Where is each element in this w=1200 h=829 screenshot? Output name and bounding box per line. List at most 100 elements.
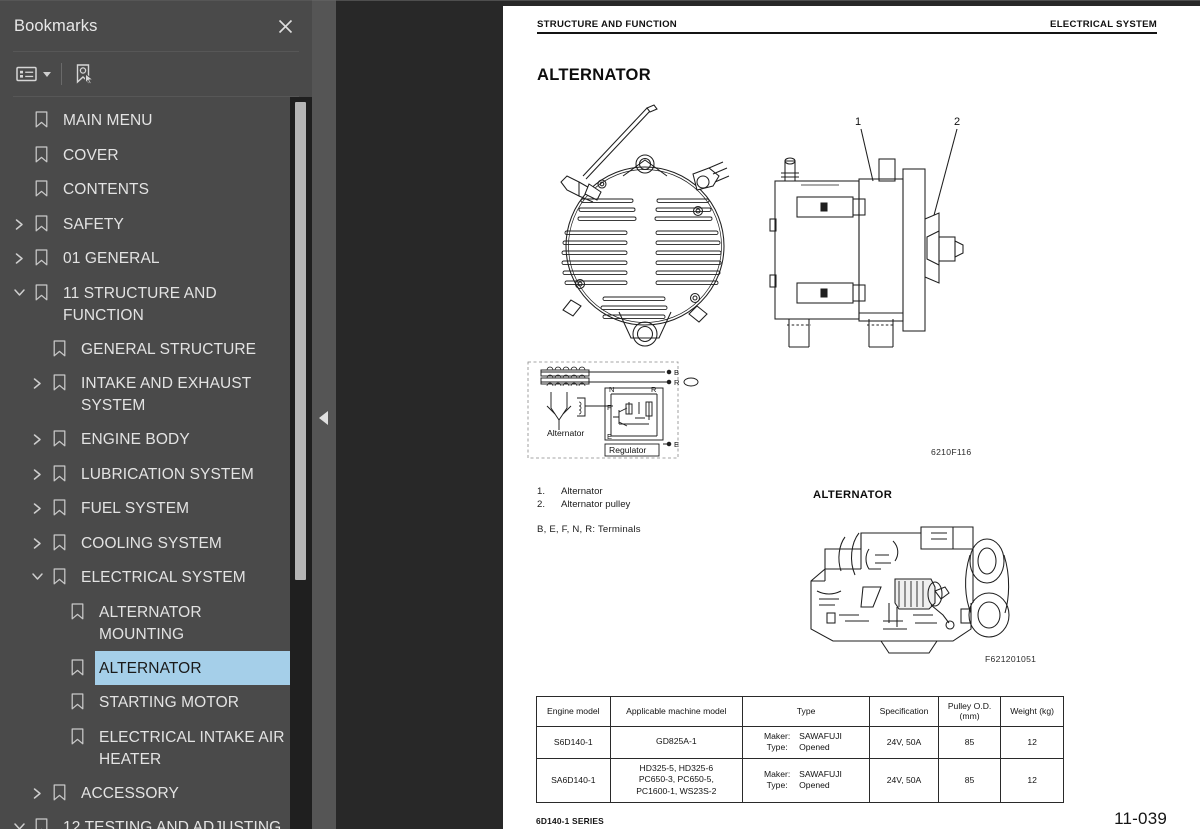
page-title: ALTERNATOR — [537, 66, 651, 84]
sidebar-item-label[interactable]: CONTENTS — [52, 172, 149, 206]
chevron-right-icon[interactable] — [26, 366, 48, 390]
sidebar-item-12-testing-and-adjusting[interactable]: 12 TESTING AND ADJUSTING — [0, 810, 290, 829]
chevron-down-icon[interactable] — [8, 810, 30, 829]
engine-figure-title: ALTERNATOR — [813, 489, 893, 501]
sidebar-item-label[interactable]: GENERAL STRUCTURE — [70, 332, 256, 366]
type-key: Type: — [766, 780, 788, 791]
chevron-right-icon[interactable] — [26, 491, 48, 515]
chevron-right-icon[interactable] — [26, 526, 48, 550]
sidebar-item-label[interactable]: COOLING SYSTEM — [70, 526, 222, 560]
cell-machine-model: HD325-5, HD325-6 PC650-3, PC650-5, PC160… — [609, 757, 744, 803]
sidebar-item-safety[interactable]: SAFETY — [0, 207, 290, 242]
sidebar-item-accessory[interactable]: ACCESSORY — [0, 776, 290, 811]
sidebar-item-engine-body[interactable]: ENGINE BODY — [0, 422, 290, 457]
sidebar-item-label[interactable]: 12 TESTING AND ADJUSTING — [52, 810, 281, 829]
bookmark-icon — [66, 595, 88, 620]
document-page[interactable]: STRUCTURE AND FUNCTION ELECTRICAL SYSTEM… — [503, 6, 1200, 829]
terminal-N-label: N — [609, 385, 614, 394]
chevron-down-icon[interactable] — [43, 71, 51, 77]
bookmarks-scrollbar[interactable] — [290, 97, 312, 829]
maker-value: SAWAFUJI — [799, 768, 842, 779]
type-key: Type: — [766, 742, 788, 753]
document-viewer[interactable]: STRUCTURE AND FUNCTION ELECTRICAL SYSTEM… — [336, 0, 1200, 829]
sidebar-item-label[interactable]: ALTERNATOR — [94, 649, 291, 686]
sidebar-item-label[interactable]: INTAKE AND EXHAUST SYSTEM — [70, 366, 290, 422]
bookmark-icon — [48, 366, 70, 391]
sidebar-item-fuel-system[interactable]: FUEL SYSTEM — [0, 491, 290, 526]
machine-model-line: GD825A-1 — [656, 736, 697, 747]
callout-1-label: 1 — [855, 116, 861, 128]
figure-code-bottom: F621201051 — [985, 654, 1037, 664]
chevron-right-icon[interactable] — [26, 457, 48, 481]
page-footer-right: 11-039 — [1114, 809, 1167, 828]
specification-table: Engine model Applicable machine model Ty… — [536, 696, 1064, 803]
bookmarks-panel-header: Bookmarks — [0, 1, 312, 51]
chevron-right-icon[interactable] — [26, 422, 48, 446]
bookmark-icon — [48, 332, 70, 357]
sidebar-item-label[interactable]: LUBRICATION SYSTEM — [70, 457, 254, 491]
sidebar-item-label[interactable]: ACCESSORY — [70, 776, 179, 810]
list-options-icon[interactable] — [16, 60, 51, 88]
panel-splitter[interactable] — [312, 0, 336, 829]
sidebar-item-label[interactable]: STARTING MOTOR — [88, 685, 239, 719]
sidebar-item-label[interactable]: ELECTRICAL INTAKE AIR HEATER — [88, 720, 290, 776]
maker-value: SAWAFUJI — [799, 730, 842, 741]
cell-specification: 24V, 50A — [869, 757, 939, 803]
circuit-regulator-label: Regulator — [609, 445, 646, 455]
sidebar-item-label[interactable]: 11 STRUCTURE AND FUNCTION — [52, 276, 290, 332]
legend-text: Alternator pulley — [561, 498, 631, 510]
sidebar-item-main-menu[interactable]: MAIN MENU — [0, 103, 290, 138]
sidebar-item-cooling-system[interactable]: COOLING SYSTEM — [0, 526, 290, 561]
page-footer-left: 6D140-1 SERIES — [536, 816, 604, 826]
sidebar-item-label[interactable]: ENGINE BODY — [70, 422, 190, 456]
chevron-down-icon[interactable] — [26, 560, 48, 582]
sidebar-item-01-general[interactable]: 01 GENERAL — [0, 241, 290, 276]
sidebar-item-11-structure-and-function[interactable]: 11 STRUCTURE AND FUNCTION — [0, 276, 290, 332]
bookmark-icon — [66, 720, 88, 745]
toolbar-divider — [61, 63, 62, 85]
cell-weight: 12 — [1000, 757, 1064, 803]
col-specification: Specification — [869, 696, 939, 727]
sidebar-item-label[interactable]: SAFETY — [52, 207, 124, 241]
terminal-E2-label: E — [607, 432, 612, 441]
terminal-E-label: E — [674, 440, 679, 449]
sidebar-item-alternator-mounting[interactable]: ALTERNATOR MOUNTING — [0, 595, 290, 651]
bookmarks-scrollbar-thumb[interactable] — [295, 102, 306, 580]
sidebar-item-alternator[interactable]: ALTERNATOR — [0, 649, 291, 686]
sidebar-item-contents[interactable]: CONTENTS — [0, 172, 290, 207]
alternator-circuit-diagram-figure: B R E N R F E Alternator Regulator — [527, 361, 699, 459]
sidebar-item-label[interactable]: ELECTRICAL SYSTEM — [70, 560, 246, 594]
maker-key: Maker: — [763, 730, 791, 741]
sidebar-item-label[interactable]: 01 GENERAL — [52, 241, 160, 275]
terminal-R-label: R — [674, 378, 680, 387]
sidebar-item-electrical-system[interactable]: ELECTRICAL SYSTEM — [0, 560, 290, 595]
sidebar-item-cover[interactable]: COVER — [0, 138, 290, 173]
sidebar-item-label[interactable]: MAIN MENU — [52, 103, 153, 137]
sidebar-item-label[interactable]: FUEL SYSTEM — [70, 491, 189, 525]
sidebar-item-label[interactable]: ALTERNATOR MOUNTING — [88, 595, 290, 651]
sidebar-item-electrical-intake-air-heater[interactable]: ELECTRICAL INTAKE AIR HEATER — [0, 720, 290, 776]
bookmark-icon — [30, 207, 52, 232]
sidebar-item-lubrication-system[interactable]: LUBRICATION SYSTEM — [0, 457, 290, 492]
sidebar-item-intake-and-exhaust-system[interactable]: INTAKE AND EXHAUST SYSTEM — [0, 366, 290, 422]
sidebar-item-general-structure[interactable]: GENERAL STRUCTURE — [0, 332, 290, 367]
bookmark-icon — [48, 776, 70, 801]
circuit-alternator-label: Alternator — [547, 428, 584, 438]
callout-2-label: 2 — [954, 116, 960, 128]
running-head-right: ELECTRICAL SYSTEM — [1050, 19, 1157, 30]
new-bookmark-icon[interactable] — [73, 60, 95, 88]
cell-type: Maker: SAWAFUJI Type: Opened — [742, 757, 871, 803]
chevron-right-icon[interactable] — [26, 776, 48, 800]
sidebar-item-starting-motor[interactable]: STARTING MOTOR — [0, 685, 290, 720]
bookmarks-panel-title: Bookmarks — [14, 16, 98, 35]
close-icon[interactable] — [272, 13, 298, 39]
running-head-left: STRUCTURE AND FUNCTION — [537, 19, 677, 30]
chevron-down-icon[interactable] — [8, 276, 30, 298]
chevron-right-icon[interactable] — [8, 241, 30, 265]
terminal-R2-label: R — [651, 385, 657, 394]
collapse-left-arrow-icon[interactable] — [319, 411, 328, 425]
chevron-right-icon[interactable] — [8, 207, 30, 231]
sidebar-item-label[interactable]: COVER — [52, 138, 119, 172]
type-value: Opened — [799, 742, 830, 753]
cell-engine-model: SA6D140-1 — [536, 757, 611, 803]
